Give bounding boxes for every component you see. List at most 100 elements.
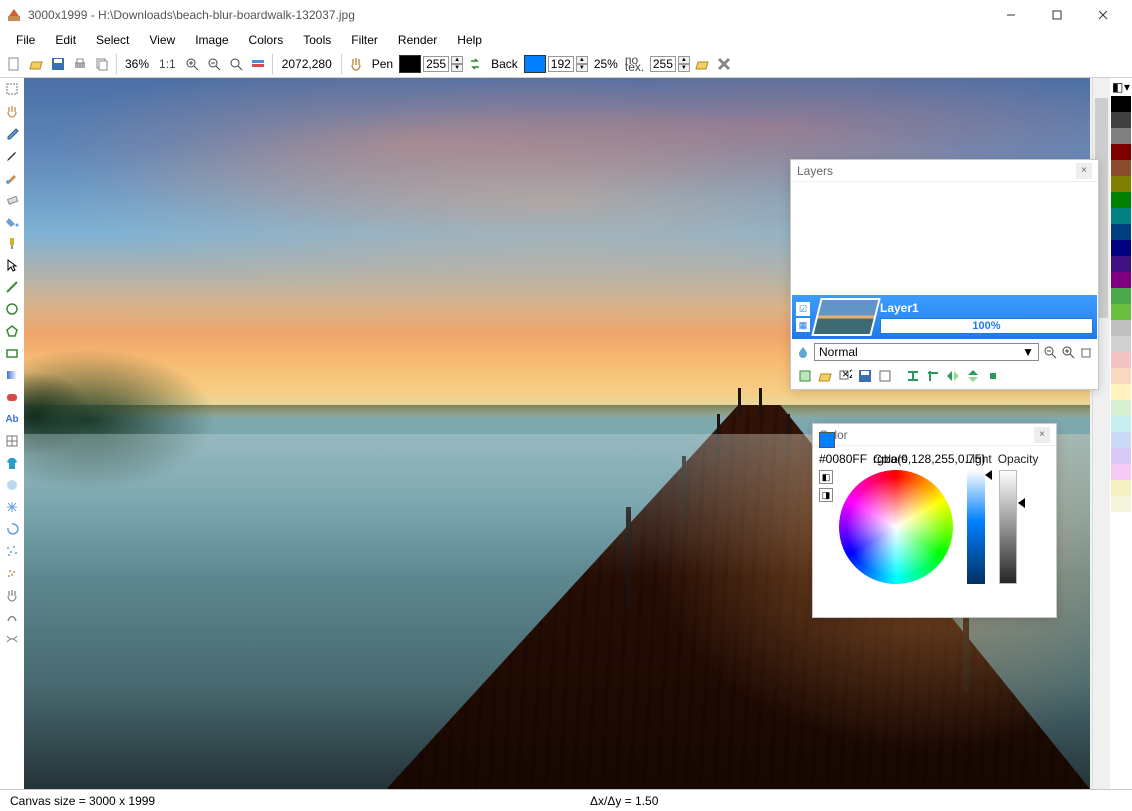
- palette-swatch[interactable]: [1111, 240, 1131, 256]
- color-mode2-icon[interactable]: ◨: [819, 488, 833, 502]
- pin-icon[interactable]: [3, 234, 21, 252]
- text-icon[interactable]: Ab: [3, 410, 21, 428]
- layer-flipv-icon[interactable]: [964, 367, 982, 385]
- bucket-icon[interactable]: [3, 212, 21, 230]
- notex-spinner[interactable]: ▲▼: [678, 56, 690, 72]
- color-mode1-icon[interactable]: ◧: [819, 470, 833, 484]
- one-to-one-button[interactable]: 1:1: [155, 57, 180, 71]
- layer-save-icon[interactable]: [856, 367, 874, 385]
- palette-swatch[interactable]: [1111, 304, 1131, 320]
- close-button[interactable]: [1080, 0, 1126, 30]
- layer-props-icon[interactable]: [876, 367, 894, 385]
- line-icon[interactable]: [3, 278, 21, 296]
- glove-icon[interactable]: [3, 586, 21, 604]
- layer-crop-icon[interactable]: [924, 367, 942, 385]
- maximize-button[interactable]: [1034, 0, 1080, 30]
- layer-dup-icon[interactable]: ×2: [836, 367, 854, 385]
- copy-icon[interactable]: [92, 54, 112, 74]
- cancel-icon[interactable]: [714, 54, 734, 74]
- layers-panel[interactable]: Layers × ☑ ▦ Layer1 100% Normal▼: [790, 159, 1099, 390]
- save-icon[interactable]: [48, 54, 68, 74]
- layers-toggle-icon[interactable]: [248, 54, 268, 74]
- pen-color-swatch[interactable]: [399, 55, 421, 73]
- blend-mode-select[interactable]: Normal▼: [814, 343, 1039, 361]
- current-color-swatch[interactable]: [819, 432, 835, 448]
- palette-swatch[interactable]: [1111, 368, 1131, 384]
- menu-colors[interactable]: Colors: [239, 31, 294, 49]
- light-handle-icon[interactable]: [985, 470, 992, 480]
- selection-icon[interactable]: [3, 80, 21, 98]
- back-color-swatch[interactable]: [524, 55, 546, 73]
- layer-open-icon[interactable]: [816, 367, 834, 385]
- rect-icon[interactable]: [3, 344, 21, 362]
- layer-opacity[interactable]: 100%: [880, 318, 1093, 334]
- palette-swatch[interactable]: [1111, 256, 1131, 272]
- layer-visible-icon[interactable]: ☑: [796, 302, 810, 316]
- palette-swatch[interactable]: [1111, 448, 1131, 464]
- palette-swatch[interactable]: [1111, 288, 1131, 304]
- layer-center-icon[interactable]: [984, 367, 1002, 385]
- brush-icon[interactable]: [3, 168, 21, 186]
- pencil-icon[interactable]: [3, 146, 21, 164]
- layers-close-icon[interactable]: ×: [1076, 163, 1092, 179]
- menu-filter[interactable]: Filter: [341, 31, 388, 49]
- layer-fliph-icon[interactable]: [944, 367, 962, 385]
- polygon-icon[interactable]: [3, 322, 21, 340]
- hand-icon[interactable]: [3, 102, 21, 120]
- swirl-icon[interactable]: [3, 520, 21, 538]
- menu-file[interactable]: File: [6, 31, 45, 49]
- layer-thumbnail[interactable]: [811, 298, 880, 336]
- gradient-icon[interactable]: [3, 366, 21, 384]
- eraser-icon[interactable]: [3, 190, 21, 208]
- blur-icon[interactable]: [3, 476, 21, 494]
- tshirt-icon[interactable]: [3, 454, 21, 472]
- warp-icon[interactable]: [3, 630, 21, 648]
- layer-row[interactable]: ☑ ▦ Layer1 100%: [792, 295, 1097, 339]
- browse-icon[interactable]: [692, 54, 712, 74]
- burst-icon[interactable]: [3, 498, 21, 516]
- minimize-button[interactable]: [988, 0, 1034, 30]
- menu-tools[interactable]: Tools: [293, 31, 341, 49]
- palette-swatch[interactable]: [1111, 144, 1131, 160]
- new-icon[interactable]: [4, 54, 24, 74]
- layer-grid-icon[interactable]: ▦: [796, 318, 810, 332]
- palette-swatch[interactable]: [1111, 352, 1131, 368]
- palette-swatch[interactable]: [1111, 496, 1131, 512]
- menu-select[interactable]: Select: [86, 31, 139, 49]
- back-value[interactable]: 192: [548, 56, 574, 72]
- swap-colors-icon[interactable]: [465, 54, 485, 74]
- zoom-out-icon[interactable]: [204, 54, 224, 74]
- palette-swatch[interactable]: [1111, 112, 1131, 128]
- menu-edit[interactable]: Edit: [45, 31, 86, 49]
- color-wheel[interactable]: [839, 470, 953, 584]
- layer-new-icon[interactable]: [796, 367, 814, 385]
- palette-swatch[interactable]: [1111, 272, 1131, 288]
- grid-icon[interactable]: [3, 432, 21, 450]
- palette-swatch[interactable]: [1111, 192, 1131, 208]
- notex-value[interactable]: 255: [650, 56, 676, 72]
- palette-swatch[interactable]: [1111, 384, 1131, 400]
- zoom-value[interactable]: 36%: [121, 57, 153, 71]
- opacity-value[interactable]: 25%: [590, 57, 622, 71]
- color-panel[interactable]: Color × Colors Light Opacity ◧ ◨ #0080FF…: [812, 423, 1057, 618]
- palette-swatch[interactable]: [1111, 512, 1131, 528]
- spray-icon[interactable]: [3, 564, 21, 582]
- palette-swatch[interactable]: [1111, 432, 1131, 448]
- layer-merge-icon[interactable]: [904, 367, 922, 385]
- pen-spinner[interactable]: ▲▼: [451, 56, 463, 72]
- menu-view[interactable]: View: [139, 31, 185, 49]
- opacity-handle-icon[interactable]: [1018, 498, 1025, 508]
- palette-swatch[interactable]: [1111, 208, 1131, 224]
- eyedropper-icon[interactable]: [3, 124, 21, 142]
- palette-swatch[interactable]: [1111, 336, 1131, 352]
- palette-swatch[interactable]: [1111, 400, 1131, 416]
- palette-swatch[interactable]: [1111, 464, 1131, 480]
- palette-swatch[interactable]: [1111, 176, 1131, 192]
- menu-image[interactable]: Image: [185, 31, 238, 49]
- layer-trash-icon[interactable]: [1079, 345, 1093, 359]
- palette-swatch[interactable]: [1111, 320, 1131, 336]
- zoom-fit-icon[interactable]: [226, 54, 246, 74]
- back-spinner[interactable]: ▲▼: [576, 56, 588, 72]
- palette-swatch[interactable]: [1111, 480, 1131, 496]
- palette-swatch[interactable]: [1111, 128, 1131, 144]
